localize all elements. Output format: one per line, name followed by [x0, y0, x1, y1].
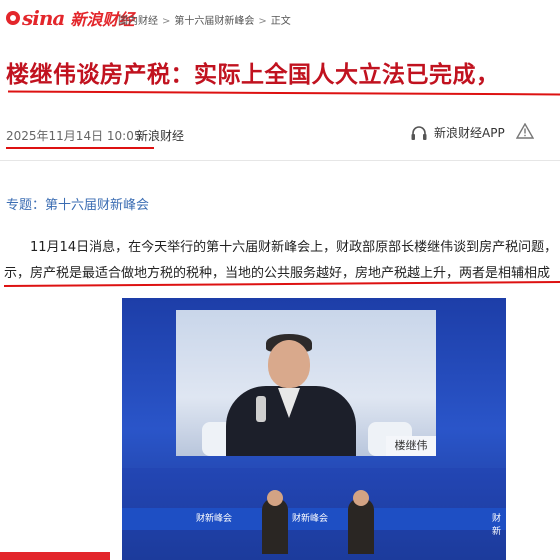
- sina-eye-icon: [6, 11, 20, 25]
- article-paragraph-line-1: 11月14日消息，在今天举行的第十六届财新峰会上，财政部原部长楼继伟谈到房产税问…: [30, 240, 558, 255]
- date-annotation-underline: [6, 147, 154, 149]
- stage-side-panel-right: [440, 318, 506, 448]
- publish-date: 2025年11月14日 10:05: [6, 129, 142, 143]
- panelist-left: [262, 498, 288, 554]
- warning-icon: [515, 122, 535, 139]
- article-title: 楼继伟谈房产税：实际上全国人大立法已完成，: [6, 62, 500, 88]
- breadcrumb-item-domestic[interactable]: 国内财经: [118, 16, 158, 27]
- panelist-left-head: [267, 490, 283, 506]
- app-link-label: 新浪财经APP: [434, 126, 505, 140]
- breadcrumb-item-summit[interactable]: 第十六届财新峰会: [174, 16, 254, 27]
- stage-side-panel-left: [122, 318, 174, 448]
- microphone: [256, 396, 266, 422]
- article-source[interactable]: 新浪财经: [136, 127, 184, 144]
- article-paragraph-line-2: 示，房产税是最适合做地方税的税种，当地的公共服务越好，房地产税越上升，两者是相辅…: [4, 266, 551, 281]
- panelist-right-head: [353, 490, 369, 506]
- top-bar: sina 新浪财经 国内财经 > 第十六届财新峰会 > 正文: [0, 0, 560, 36]
- breadcrumb: 国内财经 > 第十六届财新峰会 > 正文: [118, 12, 291, 27]
- header-divider: [0, 160, 560, 161]
- article-photo: 楼继伟 财新峰会 财新峰会 财新: [122, 298, 506, 560]
- headphones-icon: [411, 125, 427, 140]
- stage-screen: 楼继伟: [176, 310, 436, 456]
- breadcrumb-item-current: 正文: [270, 16, 291, 27]
- breadcrumb-separator: >: [258, 16, 267, 27]
- report-button[interactable]: [515, 122, 535, 143]
- paragraph-annotation-underline: [3, 281, 560, 287]
- stage-brand: 财新峰会: [196, 514, 233, 524]
- topic-link[interactable]: 专题：第十六届财新峰会: [6, 194, 149, 213]
- bottom-red-bar: [0, 552, 110, 560]
- speaker-head: [268, 340, 310, 388]
- speaker-nameplate: 楼继伟: [386, 436, 436, 456]
- app-download-link[interactable]: 新浪财经APP: [410, 124, 505, 141]
- stage-brand: 财新峰会: [292, 514, 329, 524]
- panelist-right: [348, 498, 374, 554]
- sina-logo[interactable]: sina 新浪财经: [6, 6, 134, 30]
- logo-text: sina: [22, 6, 65, 30]
- title-annotation-underline: [7, 90, 560, 96]
- stage-brand: 财新: [492, 514, 502, 537]
- breadcrumb-separator: >: [162, 16, 171, 27]
